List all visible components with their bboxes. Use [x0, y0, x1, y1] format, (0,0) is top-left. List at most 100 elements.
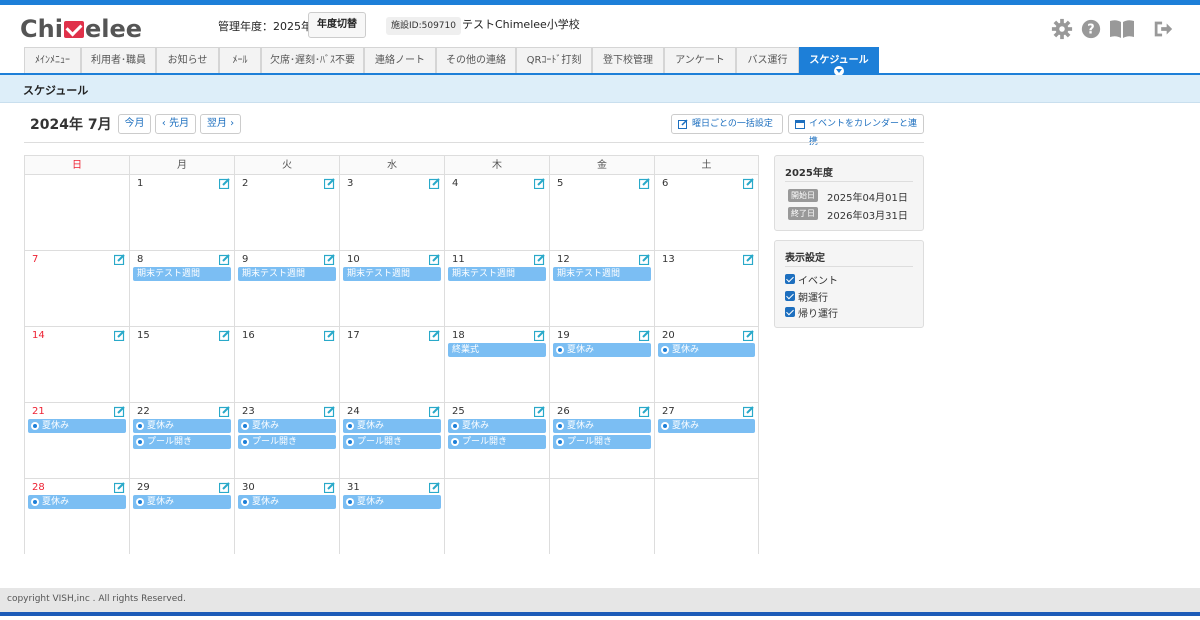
calendar-event[interactable]: 期末テスト週間 [133, 267, 231, 281]
calendar-event[interactable]: 期末テスト週間 [553, 267, 651, 281]
calendar-event[interactable]: 終業式 [448, 343, 546, 357]
edit-day-icon[interactable] [534, 254, 545, 265]
calendar-event[interactable]: 夏休み [343, 419, 441, 433]
edit-day-icon[interactable] [114, 254, 125, 265]
book-icon[interactable] [1109, 18, 1135, 40]
tab-attendance[interactable]: 登下校管理 [592, 47, 664, 73]
calendar-event[interactable]: 夏休み [448, 419, 546, 433]
calendar-event[interactable]: 夏休み [133, 495, 231, 509]
tab-notices[interactable]: お知らせ [156, 47, 219, 73]
day-number: 30 [242, 482, 255, 493]
month-title: 2024年 7月 [30, 117, 112, 133]
chimelee-logo[interactable]: Chi elee [20, 15, 142, 43]
return-bus-checkbox[interactable]: 帰り運行 [785, 305, 915, 320]
tab-contact-note[interactable]: 連絡ノート [364, 47, 436, 73]
edit-day-icon[interactable] [114, 482, 125, 493]
edit-day-icon[interactable] [219, 406, 230, 417]
edit-day-icon[interactable] [743, 330, 754, 341]
return-bus-checkbox-label: 帰り運行 [798, 309, 838, 320]
edit-day-icon[interactable] [429, 406, 440, 417]
calendar-day-cell: 10 期末テスト週間 [340, 251, 445, 327]
edit-day-icon[interactable] [534, 330, 545, 341]
edit-day-icon[interactable] [114, 330, 125, 341]
weekday-bulk-setting-button[interactable]: 曜日ごとの一括設定 [671, 114, 783, 134]
edit-day-icon[interactable] [219, 330, 230, 341]
event-checkbox[interactable]: イベント [785, 272, 915, 287]
calendar-event[interactable]: 期末テスト週間 [448, 267, 546, 281]
calendar-event[interactable]: プール開き [343, 435, 441, 449]
calendar-event[interactable]: 夏休み [238, 419, 336, 433]
calendar-event[interactable]: 期末テスト週間 [343, 267, 441, 281]
calendar-link-button[interactable]: イベントをカレンダーと連携 [788, 114, 924, 147]
section-title: スケジュール [23, 84, 89, 97]
tab-other-contact[interactable]: その他の連絡 [436, 47, 516, 73]
edit-day-icon[interactable] [743, 254, 754, 265]
weekday-header: 土 [655, 156, 758, 175]
tab-absence[interactable]: 欠席･遅刻･ﾊﾞｽ不要 [261, 47, 364, 73]
edit-day-icon[interactable] [743, 178, 754, 189]
edit-day-icon[interactable] [639, 254, 650, 265]
calendar-day-cell: 28 夏休み [25, 479, 130, 554]
tab-survey[interactable]: アンケート [664, 47, 736, 73]
calendar-event[interactable]: 夏休み [28, 495, 126, 509]
display-settings-panel: 表示設定 イベント 朝運行 帰り運行 [774, 240, 924, 328]
gear-icon[interactable] [1051, 18, 1073, 40]
calendar-event[interactable]: 夏休み [553, 343, 651, 357]
edit-day-icon[interactable] [324, 482, 335, 493]
edit-day-icon[interactable] [743, 406, 754, 417]
current-month-button[interactable]: 今月 [118, 114, 151, 134]
edit-day-icon[interactable] [219, 482, 230, 493]
weekday-header: 火 [235, 156, 340, 175]
help-icon[interactable]: ? [1080, 18, 1102, 40]
edit-day-icon[interactable] [639, 178, 650, 189]
edit-day-icon[interactable] [324, 178, 335, 189]
fiscal-year-switch-button[interactable]: 年度切替 [308, 12, 366, 38]
day-number: 17 [347, 330, 360, 341]
calendar-event[interactable]: 夏休み [658, 343, 755, 357]
tab-main-menu[interactable]: ﾒｲﾝﾒﾆｭｰ [24, 47, 81, 73]
day-number: 21 [32, 406, 45, 417]
edit-day-icon[interactable] [429, 178, 440, 189]
logout-icon[interactable] [1152, 18, 1174, 40]
tab-qr-stamp[interactable]: QRｺｰﾄﾞ打刻 [516, 47, 592, 73]
divider [24, 142, 924, 143]
day-number: 13 [662, 254, 675, 265]
edit-day-icon[interactable] [429, 254, 440, 265]
edit-day-icon[interactable] [429, 330, 440, 341]
calendar-event[interactable]: プール開き [553, 435, 651, 449]
day-number: 20 [662, 330, 675, 341]
edit-day-icon[interactable] [324, 330, 335, 341]
edit-day-icon[interactable] [324, 406, 335, 417]
calendar-event[interactable]: プール開き [238, 435, 336, 449]
tab-bus[interactable]: バス運行 [736, 47, 799, 73]
calendar-event[interactable]: プール開き [133, 435, 231, 449]
prev-month-button[interactable]: ‹ 先月 [155, 114, 196, 134]
calendar-event[interactable]: 夏休み [343, 495, 441, 509]
edit-day-icon[interactable] [639, 406, 650, 417]
morning-bus-checkbox[interactable]: 朝運行 [785, 289, 915, 304]
calendar-event[interactable]: 夏休み [658, 419, 755, 433]
tab-mail[interactable]: ﾒｰﾙ [219, 47, 261, 73]
calendar-event[interactable]: 夏休み [553, 419, 651, 433]
edit-day-icon[interactable] [114, 406, 125, 417]
day-number: 1 [137, 178, 144, 189]
edit-day-icon[interactable] [639, 330, 650, 341]
day-number: 11 [452, 254, 465, 265]
calendar-event[interactable]: 夏休み [28, 419, 126, 433]
calendar-event[interactable]: プール開き [448, 435, 546, 449]
morning-bus-checkbox-label: 朝運行 [798, 293, 828, 304]
edit-day-icon[interactable] [219, 254, 230, 265]
calendar-day-cell: 20 夏休み [655, 327, 758, 403]
edit-day-icon[interactable] [534, 406, 545, 417]
edit-day-icon[interactable] [324, 254, 335, 265]
weekday-header: 水 [340, 156, 445, 175]
edit-day-icon[interactable] [429, 482, 440, 493]
weekday-header: 金 [550, 156, 655, 175]
calendar-event[interactable]: 夏休み [238, 495, 336, 509]
tab-users-staff[interactable]: 利用者･職員 [81, 47, 156, 73]
edit-day-icon[interactable] [534, 178, 545, 189]
next-month-button[interactable]: 翌月 › [200, 114, 241, 134]
calendar-event[interactable]: 期末テスト週間 [238, 267, 336, 281]
edit-day-icon[interactable] [219, 178, 230, 189]
calendar-event[interactable]: 夏休み [133, 419, 231, 433]
